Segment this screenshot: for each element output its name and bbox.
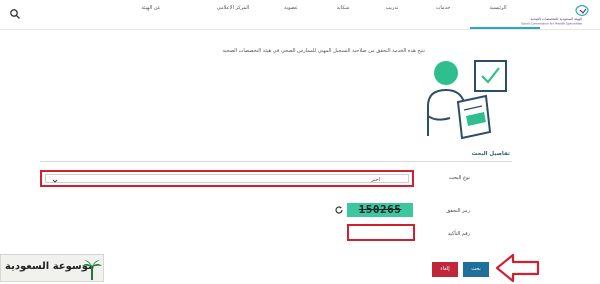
confirm-code-label: رقم التأكيد bbox=[447, 231, 470, 237]
nav-complaints[interactable]: شكاية bbox=[337, 5, 350, 11]
service-description: تتيح هذه الخدمة التحقق من صلاحية التسجيل… bbox=[222, 48, 425, 54]
nav-about[interactable]: عن الهيئة bbox=[141, 5, 160, 11]
confirm-code-highlight bbox=[347, 224, 415, 241]
scfhs-logo-emblem bbox=[575, 4, 589, 17]
palm-tree-icon bbox=[82, 260, 102, 280]
watermark-badge: موسوعة السعودية bbox=[0, 254, 104, 282]
logo-line1: الهيئة السعودية للتخصصات الصحية bbox=[530, 17, 582, 21]
main-nav: الرئيسية خدمات تدريب شكاية عضوية المركز … bbox=[130, 5, 515, 19]
pointer-arrow-icon bbox=[495, 253, 540, 283]
cancel-button[interactable]: إلغاء bbox=[432, 262, 458, 277]
refresh-icon[interactable] bbox=[334, 205, 344, 215]
search-type-select[interactable]: اختر bbox=[45, 174, 409, 183]
chevron-down-icon bbox=[52, 179, 58, 183]
captcha-label: رمز التحقق bbox=[446, 208, 470, 214]
search-button[interactable]: بحث bbox=[463, 262, 489, 277]
search-icon[interactable] bbox=[9, 8, 21, 20]
person-head-icon bbox=[434, 61, 458, 85]
captcha-image: 150265 bbox=[347, 203, 413, 217]
scfhs-logo[interactable]: الهيئة السعودية للتخصصات الصحية Saudi Co… bbox=[516, 3, 596, 27]
search-type-label: نوع البحث bbox=[448, 175, 470, 181]
verification-illustration bbox=[427, 60, 507, 140]
top-header: الرئيسية خدمات تدريب شكاية عضوية المركز … bbox=[0, 0, 600, 30]
search-type-value: اختر bbox=[371, 177, 380, 183]
captcha-code: 150265 bbox=[358, 203, 402, 216]
nav-media-center[interactable]: المركز الاعلامي bbox=[217, 5, 249, 11]
nav-training[interactable]: تدريب bbox=[386, 5, 399, 11]
nav-membership[interactable]: عضوية bbox=[284, 5, 298, 11]
checkbox-icon bbox=[474, 60, 507, 92]
search-type-highlight: اختر bbox=[40, 170, 414, 187]
search-details-title: تفاصيل البحث bbox=[471, 151, 510, 157]
nav-services[interactable]: خدمات bbox=[436, 5, 451, 11]
section-divider bbox=[40, 161, 512, 162]
logo-line2: Saudi Commission for Health Specialties bbox=[521, 22, 582, 26]
active-tab-indicator bbox=[470, 27, 540, 29]
nav-home[interactable]: الرئيسية bbox=[489, 5, 506, 11]
confirm-code-input[interactable] bbox=[351, 228, 411, 237]
